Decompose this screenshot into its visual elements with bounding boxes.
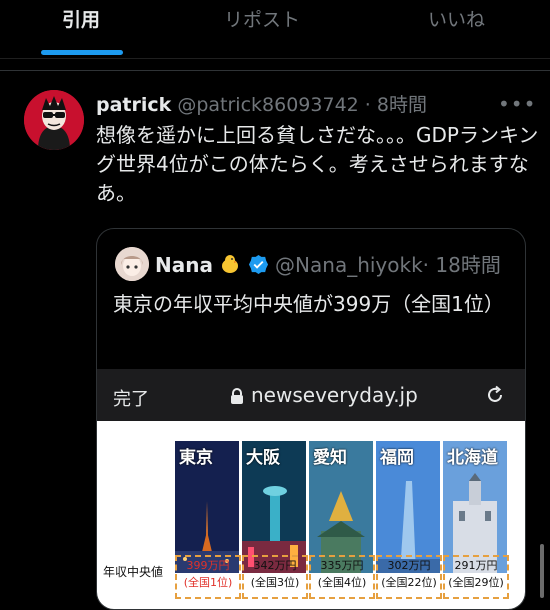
city-panel-tokyo: 東京 — [175, 441, 239, 573]
income-value: 335万円 — [320, 559, 364, 572]
quote-text: 東京の年収平均中央値が399万（全国1位） — [113, 292, 504, 316]
income-rank: (全国4位) — [317, 576, 367, 589]
quote-author-name[interactable]: Nana — [155, 253, 213, 277]
income-rank: (全国22位) — [381, 576, 437, 589]
done-button[interactable]: 完了 — [113, 385, 149, 411]
verified-badge-icon — [248, 254, 268, 275]
city-panel-fukuoka: 福岡 — [376, 441, 440, 573]
reload-icon[interactable] — [485, 385, 505, 405]
value-cell: 335万円 (全国4位) — [309, 555, 375, 599]
address-bar-url[interactable]: newseveryday.jp — [251, 383, 418, 407]
article-content: 東京 大阪 愛知 福岡 北海道 年収中央値 399万円 (全国1位) 342万円… — [97, 421, 525, 609]
city-name: 福岡 — [380, 448, 414, 468]
city-panel-aichi: 愛知 — [309, 441, 373, 573]
quote-header: Nana @Nana_hiyokk· 18時間 — [155, 249, 501, 278]
income-rank: (全国1位) — [183, 576, 233, 589]
author-name[interactable]: patrick — [96, 94, 171, 116]
tab-reposts[interactable]: リポスト — [224, 5, 300, 32]
city-panel-osaka: 大阪 — [242, 441, 306, 573]
value-cell: 291万円 (全国29位) — [443, 555, 509, 599]
income-value: 342万円 — [253, 559, 297, 572]
tab-quotes[interactable]: 引用 — [62, 5, 100, 32]
row-label: 年収中央値 — [103, 565, 164, 579]
value-cell: 342万円 (全国3位) — [242, 555, 308, 599]
active-tab-indicator — [41, 50, 123, 55]
tab-bar: 引用 リポスト いいね — [0, 0, 550, 59]
income-value: 302万円 — [387, 559, 431, 572]
city-name: 愛知 — [313, 448, 347, 468]
post-text: 想像を遥かに上回る貧しさだな。。。GDPランキング世界4位がこの体たらく。考えさ… — [96, 123, 539, 205]
avatar[interactable] — [24, 90, 84, 150]
quote-avatar[interactable] — [115, 247, 149, 281]
city-name: 北海道 — [447, 448, 498, 468]
quote-image[interactable]: 完了 newseveryday.jp 東京 大阪 愛知 福岡 北海道 年収中央値… — [97, 369, 525, 609]
income-rank: (全国29位) — [448, 576, 504, 589]
income-value: 399万円 — [186, 559, 230, 572]
author-handle-time[interactable]: @patrick86093742 · 8時間 — [177, 94, 427, 116]
city-name: 東京 — [179, 448, 213, 468]
lock-icon — [231, 388, 243, 404]
quote-author-handle-time[interactable]: @Nana_hiyokk· 18時間 — [275, 253, 501, 277]
browser-toolbar: 完了 newseveryday.jp — [97, 369, 525, 421]
scrollbar[interactable] — [540, 544, 544, 598]
chick-emoji-icon — [222, 255, 239, 273]
post-header: patrick @patrick86093742 · 8時間 — [96, 90, 427, 117]
tab-likes[interactable]: いいね — [428, 5, 485, 32]
more-options-icon[interactable]: ••• — [498, 92, 536, 116]
divider — [0, 70, 550, 71]
quoted-post[interactable]: Nana @Nana_hiyokk· 18時間 東京の年収平均中央値が399万（… — [96, 228, 526, 610]
city-panel-hokkaido: 北海道 — [443, 441, 507, 573]
value-cell: 399万円 (全国1位) — [175, 555, 241, 599]
income-rank: (全国3位) — [250, 576, 300, 589]
city-name: 大阪 — [246, 448, 280, 468]
income-value: 291万円 — [454, 559, 498, 572]
value-cell: 302万円 (全国22位) — [376, 555, 442, 599]
